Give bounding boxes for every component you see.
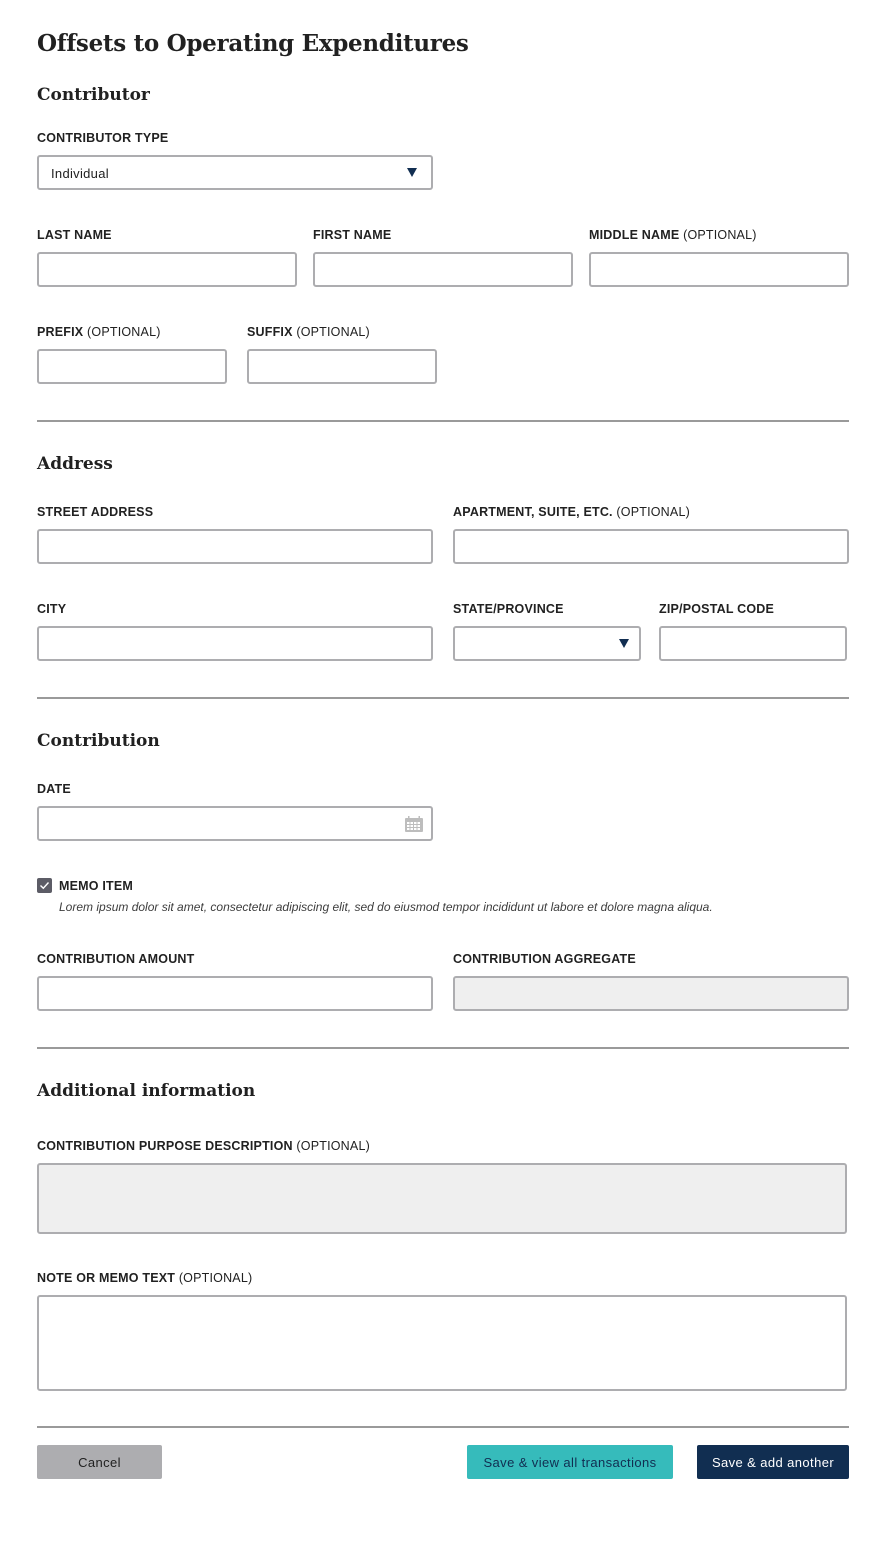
first-name-input[interactable]	[315, 254, 571, 285]
chevron-down-icon	[407, 168, 417, 177]
last-name-label: LAST NAME	[37, 228, 112, 242]
additional-info-heading: Additional information	[37, 1081, 256, 1101]
save-view-all-button[interactable]: Save & view all transactions	[467, 1445, 673, 1479]
contribution-heading: Contribution	[37, 731, 160, 751]
optional-tag: (OPTIONAL)	[178, 1271, 253, 1285]
note-field[interactable]	[37, 1295, 847, 1391]
memo-item-label[interactable]: MEMO ITEM	[59, 879, 133, 893]
checkmark-icon	[40, 882, 50, 890]
note-label: NOTE OR MEMO TEXT (OPTIONAL)	[37, 1271, 252, 1285]
middle-name-input[interactable]	[591, 254, 847, 285]
suffix-field[interactable]	[247, 349, 437, 384]
optional-tag: (OPTIONAL)	[87, 325, 161, 339]
apartment-label: APARTMENT, SUITE, ETC. (OPTIONAL)	[453, 505, 690, 519]
zip-input[interactable]	[661, 628, 845, 659]
middle-name-label-text: MIDDLE NAME	[589, 228, 680, 242]
first-name-field[interactable]	[313, 252, 573, 287]
prefix-label-text: PREFIX	[37, 325, 84, 339]
contributor-type-label-text: CONTRIBUTOR TYPE	[37, 131, 169, 145]
prefix-input[interactable]	[39, 351, 225, 382]
memo-item-checkbox[interactable]	[37, 878, 52, 893]
middle-name-field[interactable]	[589, 252, 849, 287]
middle-name-label: MIDDLE NAME (OPTIONAL)	[589, 228, 757, 242]
zip-label: ZIP/POSTAL CODE	[659, 602, 774, 616]
contribution-aggregate-label: CONTRIBUTION AGGREGATE	[453, 952, 636, 966]
section-divider	[37, 697, 849, 699]
date-field[interactable]	[37, 806, 433, 841]
contribution-amount-label-text: CONTRIBUTION AMOUNT	[37, 952, 195, 966]
state-label-text: STATE/PROVINCE	[453, 602, 564, 616]
date-label-text: DATE	[37, 782, 71, 796]
contribution-amount-input[interactable]	[39, 978, 431, 1009]
prefix-label: PREFIX (OPTIONAL)	[37, 325, 161, 339]
chevron-down-icon	[619, 639, 629, 648]
state-label: STATE/PROVINCE	[453, 602, 564, 616]
street-address-input[interactable]	[39, 531, 431, 562]
apartment-field[interactable]	[453, 529, 849, 564]
contributor-heading: Contributor	[37, 85, 150, 105]
apartment-label-text: APARTMENT, SUITE, ETC.	[453, 505, 613, 519]
purpose-label: CONTRIBUTION PURPOSE DESCRIPTION (OPTION…	[37, 1139, 370, 1153]
first-name-label-text: FIRST NAME	[313, 228, 392, 242]
purpose-field	[37, 1163, 847, 1234]
date-label: DATE	[37, 782, 71, 796]
contributor-type-value: Individual	[51, 166, 109, 181]
purpose-label-text: CONTRIBUTION PURPOSE DESCRIPTION	[37, 1139, 293, 1153]
apartment-input[interactable]	[455, 531, 847, 562]
date-input[interactable]	[39, 808, 431, 839]
optional-tag: (OPTIONAL)	[296, 325, 370, 339]
contribution-aggregate-input	[455, 978, 847, 1009]
prefix-field[interactable]	[37, 349, 227, 384]
footer-divider	[37, 1426, 849, 1428]
street-address-label-text: STREET ADDRESS	[37, 505, 154, 519]
memo-item-description: Lorem ipsum dolor sit amet, consectetur …	[59, 900, 713, 914]
contribution-aggregate-field	[453, 976, 849, 1011]
zip-label-text: ZIP/POSTAL CODE	[659, 602, 775, 616]
cancel-button[interactable]: Cancel	[37, 1445, 162, 1479]
section-divider	[37, 420, 849, 422]
section-divider	[37, 1047, 849, 1049]
address-heading: Address	[37, 454, 113, 474]
page-title: Offsets to Operating Expenditures	[37, 30, 469, 57]
suffix-label: SUFFIX (OPTIONAL)	[247, 325, 370, 339]
optional-tag: (OPTIONAL)	[616, 505, 690, 519]
suffix-input[interactable]	[249, 351, 435, 382]
first-name-label: FIRST NAME	[313, 228, 391, 242]
city-label-text: CITY	[37, 602, 67, 616]
contributor-type-select[interactable]: Individual	[37, 155, 433, 190]
city-input[interactable]	[39, 628, 431, 659]
optional-tag: (OPTIONAL)	[296, 1139, 370, 1153]
note-textarea[interactable]	[39, 1297, 845, 1389]
contribution-aggregate-label-text: CONTRIBUTION AGGREGATE	[453, 952, 636, 966]
state-select[interactable]	[453, 626, 641, 661]
city-field[interactable]	[37, 626, 433, 661]
city-label: CITY	[37, 602, 66, 616]
contributor-type-label: CONTRIBUTOR TYPE	[37, 131, 168, 145]
street-address-field[interactable]	[37, 529, 433, 564]
zip-field[interactable]	[659, 626, 847, 661]
note-label-text: NOTE OR MEMO TEXT	[37, 1271, 176, 1285]
contribution-amount-label: CONTRIBUTION AMOUNT	[37, 952, 195, 966]
street-address-label: STREET ADDRESS	[37, 505, 153, 519]
save-add-another-button[interactable]: Save & add another	[697, 1445, 849, 1479]
purpose-textarea	[39, 1165, 845, 1232]
suffix-label-text: SUFFIX	[247, 325, 293, 339]
contribution-amount-field[interactable]	[37, 976, 433, 1011]
last-name-field[interactable]	[37, 252, 297, 287]
last-name-input[interactable]	[39, 254, 295, 285]
calendar-icon[interactable]	[405, 816, 423, 832]
last-name-label-text: LAST NAME	[37, 228, 112, 242]
optional-tag: (OPTIONAL)	[683, 228, 757, 242]
